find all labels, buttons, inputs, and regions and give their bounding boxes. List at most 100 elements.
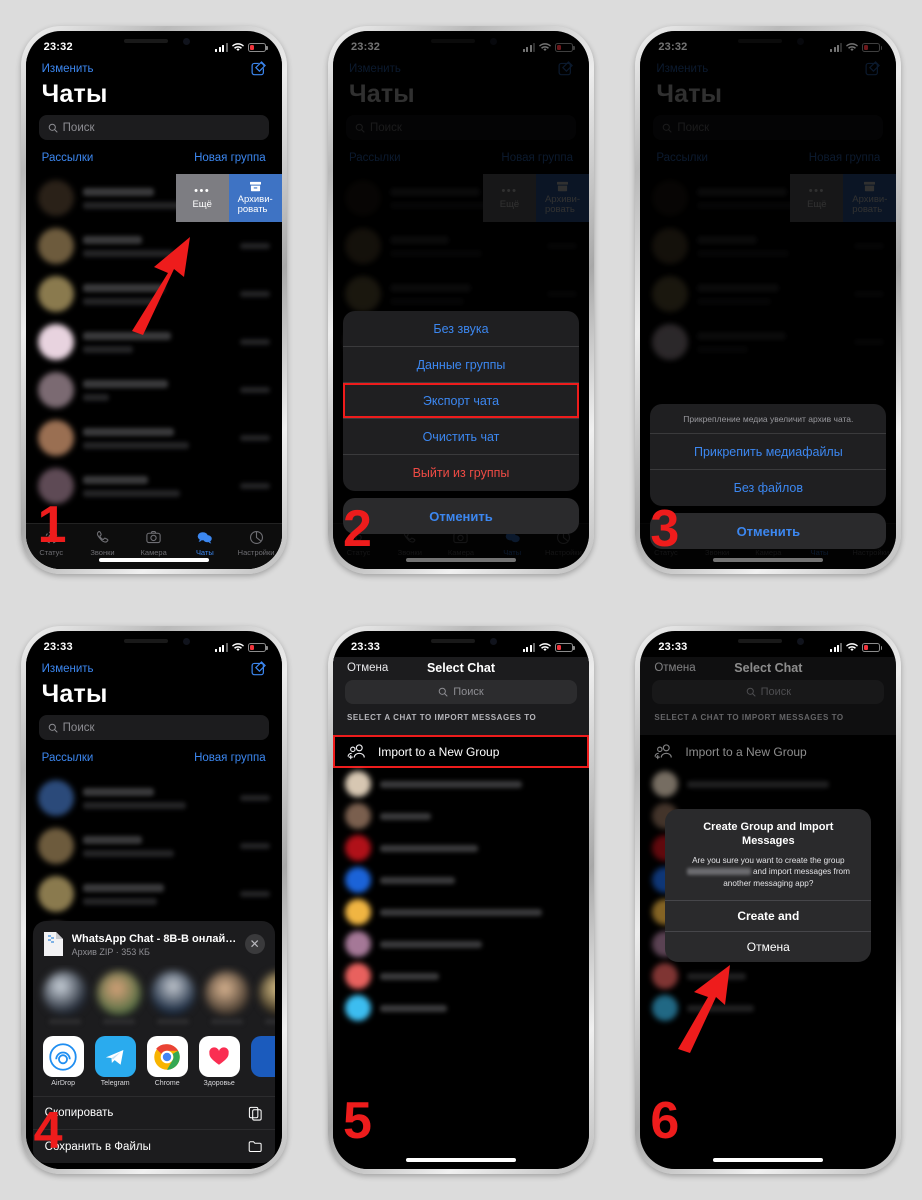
- alert-body-before: Are you sure you want to create the grou…: [692, 855, 845, 865]
- tab-chats[interactable]: Чаты: [179, 529, 230, 557]
- share-action-save-to-files[interactable]: Сохранить в Файлы: [33, 1130, 275, 1163]
- share-app[interactable]: Telegram: [94, 1036, 136, 1087]
- tab-label: Камера: [140, 548, 167, 557]
- import-to-new-group-row: Import to a New Group: [640, 735, 896, 768]
- phone-frame-3: 23:32 Изменить Чаты Поиск: [635, 26, 902, 574]
- camera-icon: [146, 530, 161, 544]
- list-item[interactable]: [333, 768, 589, 800]
- search-input: Поиск: [652, 680, 885, 704]
- page-title: Select Chat: [734, 661, 803, 675]
- sheet-item-clear-chat[interactable]: Очистить чат: [342, 419, 579, 455]
- cellular-icon: [522, 642, 535, 652]
- share-person[interactable]: [258, 971, 275, 1024]
- sheet-item-group-info[interactable]: Данные группы: [342, 347, 579, 383]
- battery-low-icon: [247, 642, 268, 652]
- list-item[interactable]: [333, 832, 589, 864]
- search-placeholder: Поиск: [453, 686, 484, 698]
- edit-button: Изменить: [41, 662, 94, 675]
- notch: [408, 631, 513, 653]
- list-item[interactable]: [333, 928, 589, 960]
- sheet-cancel-button[interactable]: Отменить: [650, 513, 887, 549]
- alert-title: Create Group and Import Messages: [703, 821, 834, 848]
- list-item[interactable]: [333, 896, 589, 928]
- alert-body: Are you sure you want to create the grou…: [665, 849, 871, 900]
- table-row: [26, 774, 282, 822]
- tab-settings[interactable]: Настройки: [230, 529, 281, 557]
- import-to-new-group-label: Import to a New Group: [377, 744, 500, 759]
- step-cell-1: 23:32 Изменить Чаты Поиск Рассылки Новая…: [0, 0, 307, 600]
- share-person[interactable]: [96, 971, 141, 1024]
- home-indicator: [713, 1158, 824, 1162]
- tab-calls[interactable]: Звонки: [77, 529, 128, 557]
- step-number: 2: [342, 500, 372, 558]
- swipe-more-label: Ещё: [192, 199, 212, 211]
- list-item[interactable]: [333, 992, 589, 1024]
- table-row[interactable]: [26, 414, 282, 462]
- swipe-archive-button[interactable]: Архиви- ровать: [228, 174, 282, 222]
- alert-create-button[interactable]: Create and: [665, 900, 872, 931]
- page-title: Select Chat: [426, 661, 496, 675]
- list-item[interactable]: [333, 800, 589, 832]
- chat-list: ••• Ещё Архиви- ровать: [26, 174, 282, 510]
- health-icon: [198, 1036, 240, 1077]
- share-action-copy[interactable]: Скопировать: [32, 1097, 275, 1130]
- notch: [101, 31, 206, 53]
- swipe-more-button[interactable]: ••• Ещё: [175, 174, 229, 222]
- share-app-label: Telegram: [100, 1080, 130, 1087]
- share-app[interactable]: AirDrop: [42, 1036, 84, 1087]
- search-placeholder: Поиск: [62, 121, 95, 134]
- share-app[interactable]: Здоровье: [198, 1036, 240, 1087]
- cellular-icon: [215, 642, 228, 652]
- compose-icon[interactable]: [251, 61, 266, 76]
- sheet-item-mute[interactable]: Без звука: [342, 311, 579, 347]
- share-person[interactable]: [204, 971, 249, 1024]
- list-item: [640, 768, 896, 800]
- select-chat-nav: Отмена Select Chat Поиск SELECT A CHAT T…: [332, 657, 589, 735]
- wifi-icon: [539, 642, 551, 651]
- tab-label: Чаты: [195, 548, 214, 557]
- chat-list: [333, 768, 589, 1024]
- zip-file-icon: [43, 932, 63, 956]
- share-app[interactable]: Chrome: [146, 1036, 188, 1087]
- pointer-arrow: [131, 237, 190, 335]
- new-group-link: Новая группа: [194, 752, 266, 764]
- action-sheet-group: Без звука Данные группы Экспорт чата Очи…: [342, 311, 579, 491]
- section-header: SELECT A CHAT TO IMPORT MESSAGES TO: [640, 704, 897, 728]
- phone-screen-5: 23:33 Отмена Select Chat Поиск SELECT A …: [332, 631, 589, 1169]
- broadcast-link: Рассылки: [41, 752, 94, 764]
- sheet-item-attach-media[interactable]: Прикрепить медиафайлы: [650, 434, 887, 470]
- sheet-item-export-chat[interactable]: Экспорт чата: [342, 383, 579, 419]
- step-cell-4: 23:33 Изменить Чаты Поиск Рассылки Новая…: [0, 600, 307, 1200]
- share-file-subtitle: Архив ZIP · 353 КБ: [71, 946, 150, 957]
- tab-camera[interactable]: Камера: [128, 529, 179, 557]
- search-input[interactable]: Поиск: [344, 680, 577, 704]
- search-input[interactable]: Поиск: [38, 115, 269, 140]
- sheet-cancel-button[interactable]: Отменить: [342, 498, 579, 534]
- tab-label: Звонки: [90, 548, 115, 557]
- list-item[interactable]: [333, 960, 589, 992]
- battery-low-icon: [862, 642, 883, 652]
- table-row[interactable]: [26, 366, 282, 414]
- import-to-new-group-row[interactable]: Import to a New Group: [333, 735, 589, 768]
- edit-button[interactable]: Изменить: [42, 63, 94, 75]
- tab-label: Настройки: [237, 548, 275, 557]
- search-icon: [438, 687, 448, 697]
- sheet-item-without-media[interactable]: Без файлов: [650, 470, 886, 506]
- list-item[interactable]: [333, 864, 589, 896]
- share-person[interactable]: [42, 971, 87, 1024]
- broadcast-link[interactable]: Рассылки: [42, 152, 94, 164]
- phone-screen-3: 23:32 Изменить Чаты Поиск: [640, 31, 897, 569]
- chats-icon: [198, 532, 213, 544]
- phone-screen-4: 23:33 Изменить Чаты Поиск Рассылки Новая…: [25, 631, 282, 1169]
- more-dots-icon: •••: [194, 184, 211, 197]
- share-person[interactable]: [150, 971, 195, 1024]
- alert-cancel-button[interactable]: Отмена: [665, 931, 872, 962]
- step-cell-2: 23:32 Изменить Чаты Поиск: [307, 0, 614, 600]
- share-app-more[interactable]: [250, 1036, 275, 1087]
- step-number: 6: [650, 1092, 680, 1150]
- new-group-link[interactable]: Новая группа: [194, 152, 266, 164]
- sheet-item-exit-group[interactable]: Выйти из группы: [343, 455, 579, 491]
- phone-frame-4: 23:33 Изменить Чаты Поиск Рассылки Новая…: [20, 626, 287, 1174]
- action-sheet: Без звука Данные группы Экспорт чата Очи…: [342, 311, 579, 534]
- close-icon[interactable]: ✕: [244, 934, 265, 954]
